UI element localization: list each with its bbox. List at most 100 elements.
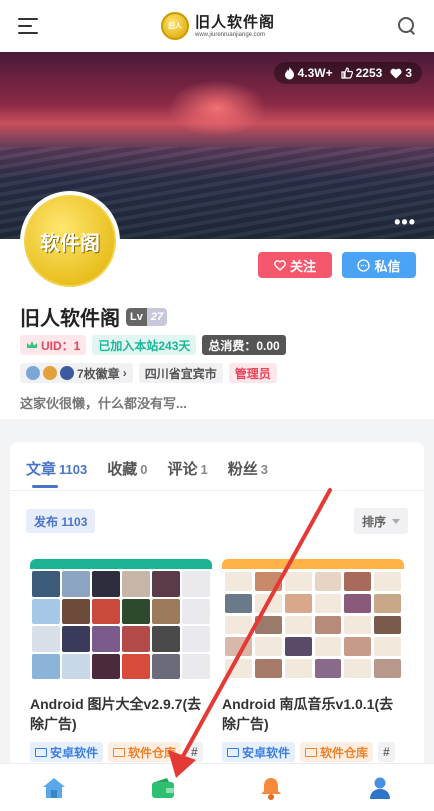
thumb-header-bar	[222, 559, 404, 569]
crown-icon	[27, 341, 37, 348]
username: 旧人软件阁	[20, 308, 120, 330]
tab-count: 0	[140, 462, 148, 477]
content-card: 文章 1103 收藏 0 评论 1 粉丝 3 发布 1103 排序 Androi…	[10, 442, 424, 772]
more-options-icon[interactable]: •••	[394, 212, 416, 233]
follow-button[interactable]: 关注	[258, 252, 332, 278]
thumb-header-bar	[30, 559, 212, 569]
tab-articles[interactable]: 文章 1103	[26, 458, 87, 479]
location-badge: 四川省宜宾市	[138, 363, 223, 383]
post-title[interactable]: Android 图片大全v2.9.7(去除广告)	[30, 695, 212, 734]
level-badge: Lv 27	[126, 307, 168, 326]
post-tags: 安卓软件 软件仓库 #	[222, 742, 404, 763]
menu-icon[interactable]	[18, 18, 38, 34]
medals-text: 7枚徽章	[77, 366, 120, 381]
thumb-grid	[30, 569, 212, 681]
folder-icon	[35, 747, 47, 757]
likes-stat: 2253	[341, 66, 383, 80]
active-tab-indicator	[32, 485, 58, 488]
tab-comments[interactable]: 评论 1	[167, 458, 207, 479]
post-card[interactable]: Android 南瓜音乐v1.0.1(去除广告) 安卓软件 软件仓库 #	[222, 559, 404, 763]
medal-icon-2	[43, 366, 57, 380]
post-tag-label: 安卓软件	[242, 745, 291, 760]
thumbs-up-icon	[341, 67, 353, 79]
nav-wallet[interactable]	[143, 768, 183, 808]
tab-count: 3	[260, 462, 268, 477]
hearts-count: 3	[405, 66, 412, 80]
thumb-grid	[222, 569, 404, 681]
chat-icon	[357, 258, 371, 272]
tab-label: 收藏	[107, 461, 138, 478]
post-tag-label: #	[191, 745, 198, 760]
avatar[interactable]: 软件阁	[20, 191, 120, 291]
hearts-stat: 3	[390, 66, 412, 80]
post-card[interactable]: Android 图片大全v2.9.7(去除广告) 安卓软件 软件仓库 #	[30, 559, 212, 763]
post-tag-label: #	[383, 745, 390, 760]
logo-title: 旧人软件阁	[194, 13, 275, 31]
post-tag-label: 软件仓库	[128, 745, 177, 760]
bio-text: 这家伙很懒，什么都没有写...	[20, 396, 187, 411]
post-thumbnail[interactable]	[30, 559, 212, 681]
folder-icon	[113, 747, 126, 757]
tab-fans[interactable]: 粉丝 3	[228, 458, 268, 479]
post-tags: 安卓软件 软件仓库 #	[30, 742, 212, 763]
message-label: 私信	[374, 258, 401, 274]
logo-badge: 旧人	[160, 12, 189, 40]
sort-dropdown[interactable]: 排序	[353, 508, 408, 534]
home-icon	[43, 777, 66, 798]
sort-label: 排序	[361, 514, 386, 529]
consume-badge: 总消费：0.00	[202, 335, 286, 355]
message-button[interactable]: 私信	[342, 252, 416, 278]
uid-badge: UID：1	[20, 335, 87, 355]
caret-down-icon	[392, 518, 400, 524]
profile-tabs: 文章 1103 收藏 0 评论 1 粉丝 3	[26, 458, 268, 479]
folder-icon	[227, 747, 239, 757]
tab-favorites[interactable]: 收藏 0	[107, 458, 147, 479]
folder-icon	[305, 747, 318, 757]
post-title[interactable]: Android 南瓜音乐v1.0.1(去除广告)	[222, 695, 404, 734]
likes-count: 2253	[355, 66, 383, 80]
post-tag[interactable]: 安卓软件	[222, 742, 296, 763]
logo-url: www.jiurenruanjiange.com	[194, 31, 266, 38]
nav-profile[interactable]	[360, 768, 400, 808]
post-tag-label: 软件仓库	[320, 745, 369, 760]
post-tag[interactable]: #	[378, 742, 395, 763]
role-badge: 管理员	[228, 363, 277, 383]
medals-badge[interactable]: 7枚徽章 ›	[20, 363, 133, 383]
post-tag[interactable]: 安卓软件	[30, 742, 104, 763]
post-tag[interactable]: 软件仓库	[108, 742, 182, 763]
post-tag-label: 安卓软件	[50, 745, 99, 760]
hot-stat: 4.3W+	[284, 66, 333, 80]
heart-icon	[390, 68, 402, 78]
tag-row-1: UID：1 已加入本站243天 总消费：0.00	[20, 335, 286, 355]
username-row: 旧人软件阁 Lv 27	[20, 302, 168, 331]
search-icon[interactable]	[397, 17, 416, 35]
wallet-icon	[151, 777, 174, 798]
level-number: 27	[146, 307, 168, 326]
tag-row-2: 7枚徽章 › 四川省宜宾市 管理员	[20, 363, 277, 383]
follow-label: 关注	[289, 258, 316, 274]
level-prefix: Lv	[126, 307, 147, 326]
hot-count: 4.3W+	[297, 66, 333, 80]
heart-outline-icon	[274, 259, 286, 271]
tab-label: 粉丝	[227, 461, 258, 478]
bell-icon	[261, 777, 282, 800]
post-tag[interactable]: #	[186, 742, 203, 763]
medal-icon-1	[26, 366, 40, 380]
tabs-divider	[10, 490, 424, 491]
nav-home[interactable]	[34, 768, 74, 808]
nav-notifications[interactable]	[251, 768, 291, 808]
user-icon	[369, 777, 390, 799]
tab-count: 1103	[59, 462, 88, 477]
uid-text: UID：1	[41, 338, 81, 353]
post-tag[interactable]: 软件仓库	[300, 742, 374, 763]
flame-icon	[284, 66, 294, 79]
chevron-right-icon: ›	[122, 366, 127, 380]
joined-badge: 已加入本站243天	[92, 335, 197, 355]
tab-label: 文章	[26, 461, 57, 478]
post-thumbnail[interactable]	[222, 559, 404, 681]
bottom-navigation	[0, 763, 434, 811]
tab-count: 1	[200, 462, 208, 477]
site-logo[interactable]: 旧人 旧人软件阁 www.jiurenruanjiange.com	[160, 12, 275, 40]
medal-icon-3	[60, 366, 74, 380]
publish-count-badge[interactable]: 发布 1103	[26, 509, 96, 533]
